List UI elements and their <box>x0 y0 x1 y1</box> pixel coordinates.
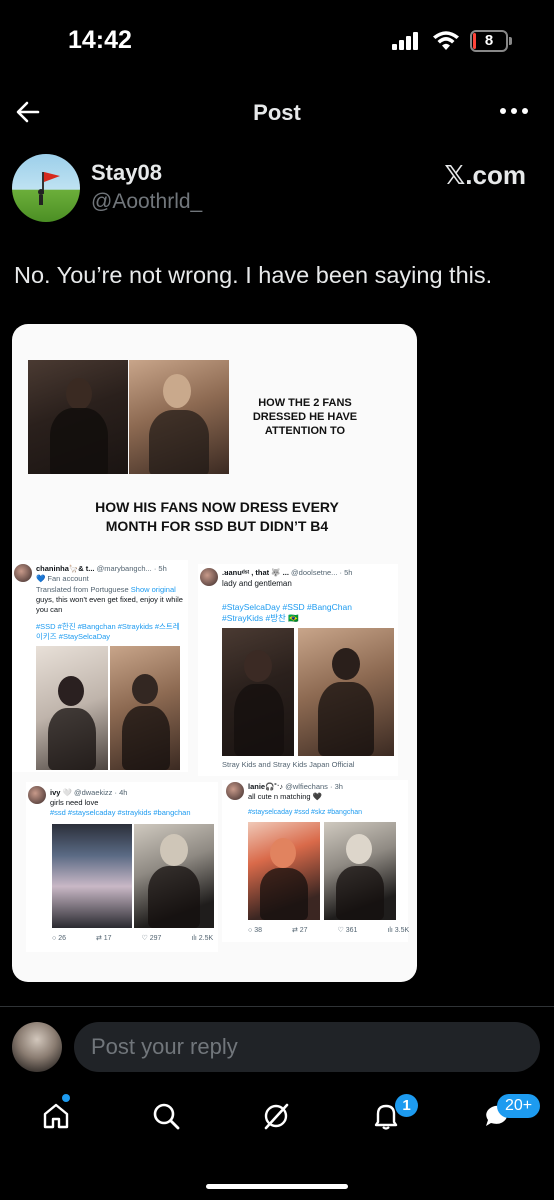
tab-grok[interactable] <box>256 1096 296 1136</box>
user-avatar[interactable] <box>12 1022 62 1072</box>
grok-icon <box>264 1103 289 1130</box>
home-indicator <box>206 1184 348 1189</box>
tweet-tags: #ssd #stayselcaday #straykids #bangchan <box>50 808 191 817</box>
tweet-stats: ○ 26 ⇄ 17 ♡ 297 ılı 2.5K <box>52 935 214 942</box>
reply-input[interactable] <box>74 1022 540 1072</box>
status-time: 14:42 <box>68 26 132 54</box>
post-image[interactable]: HOW THE 2 FANS DRESSED HE HAVE ATTENTION… <box>12 324 417 982</box>
x-com-logo: 𝕏.com <box>444 160 526 190</box>
tweet-text: all cute n matching 🖤 <box>248 792 322 801</box>
author-avatar[interactable] <box>12 154 80 222</box>
more-options-icon[interactable] <box>498 104 532 118</box>
divider <box>0 1006 554 1007</box>
tweet-text: girls need love <box>50 798 99 807</box>
tweet-photo <box>52 824 132 928</box>
bottom-tab-bar <box>0 1088 554 1148</box>
tweet-photo <box>110 646 180 770</box>
home-icon <box>43 1103 69 1129</box>
tweet-badge: 💙 Fan account <box>36 574 89 583</box>
photo-top-left <box>28 360 128 474</box>
battery-percent: 8 <box>484 32 494 49</box>
tab-home[interactable] <box>36 1096 76 1136</box>
tweet-tags: #StaySelcaDay #SSD #BangChan #StrayKids … <box>222 602 352 623</box>
cellular-signal-icon <box>392 32 420 50</box>
tweet-footer: Stray Kids and Stray Kids Japan Official <box>222 760 355 769</box>
photo-top-right <box>129 360 229 474</box>
battery-icon: 8 <box>470 30 508 52</box>
messages-badge: 20+ <box>497 1094 541 1118</box>
author-handle[interactable]: @Aoothrld_ <box>91 190 202 214</box>
tweet-tags: #stayselcaday #ssd #skz #bangchan <box>248 809 363 816</box>
tweet-photo <box>134 824 214 928</box>
tweet-author: .ᴚanuᵈˢᵗ , that 🐺 ... @doolsetne... · 5h <box>222 568 353 577</box>
tweet-avatar <box>28 786 46 804</box>
tweet-text: lady and gentleman <box>222 579 292 588</box>
tweet-text: guys, this won't even get fixed, enjoy i… <box>36 595 183 614</box>
post-text: No. You’re not wrong. I have been saying… <box>14 262 493 288</box>
tweet-author: lanie🎧˚ˑ♪ @wlfiechans · 3h <box>248 782 343 791</box>
tweet-author: ivy 🤍 @dwaekizz · 4h <box>50 788 128 797</box>
tweet-photo <box>248 822 320 920</box>
embedded-tweet-4: lanie🎧˚ˑ♪ @wlfiechans · 3h all cute n ma… <box>222 780 409 942</box>
tweet-author: chaninha🦙& t... @marybangch... · 5h <box>36 564 167 573</box>
caption-middle: HOW HIS FANS NOW DRESS EVERY MONTH FOR S… <box>95 499 339 534</box>
tweet-avatar <box>14 564 32 582</box>
embedded-tweet-1: chaninha🦙& t... @marybangch... · 5h 💙 Fa… <box>12 560 188 772</box>
embedded-tweet-2: .ᴚanuᵈˢᵗ , that 🐺 ... @doolsetne... · 5h… <box>198 564 398 776</box>
tweet-tags: #SSD #한진 #Bangchan #Straykids #스트레이키즈 #S… <box>36 622 180 641</box>
tweet-photo <box>36 646 108 770</box>
home-new-posts-dot <box>62 1094 70 1102</box>
battery-nub <box>509 37 512 45</box>
tweet-photo <box>324 822 396 920</box>
tweet-stats: ○ 38 ⇄ 27 ♡ 361 ılı 3.5K <box>248 927 410 934</box>
wifi-icon <box>433 31 459 50</box>
tab-search[interactable] <box>146 1096 186 1136</box>
author-name[interactable]: Stay08 <box>91 160 162 186</box>
search-icon <box>153 1103 180 1130</box>
notifications-badge: 1 <box>395 1094 418 1117</box>
page-title: Post <box>253 100 301 125</box>
tweet-photo <box>222 628 294 756</box>
post-header: Post <box>0 88 554 140</box>
tweet-avatar <box>226 782 244 800</box>
tweet-photo <box>298 628 394 756</box>
caption-top: HOW THE 2 FANS DRESSED HE HAVE ATTENTION… <box>252 397 358 437</box>
tweet-avatar <box>200 568 218 586</box>
tweet-translation: Translated from Portuguese Show original <box>36 585 176 594</box>
avatar-figure-icon <box>38 172 60 205</box>
embedded-tweet-3: ivy 🤍 @dwaekizz · 4h girls need love #ss… <box>26 782 218 952</box>
status-bar: 14:42 8 <box>0 0 554 80</box>
